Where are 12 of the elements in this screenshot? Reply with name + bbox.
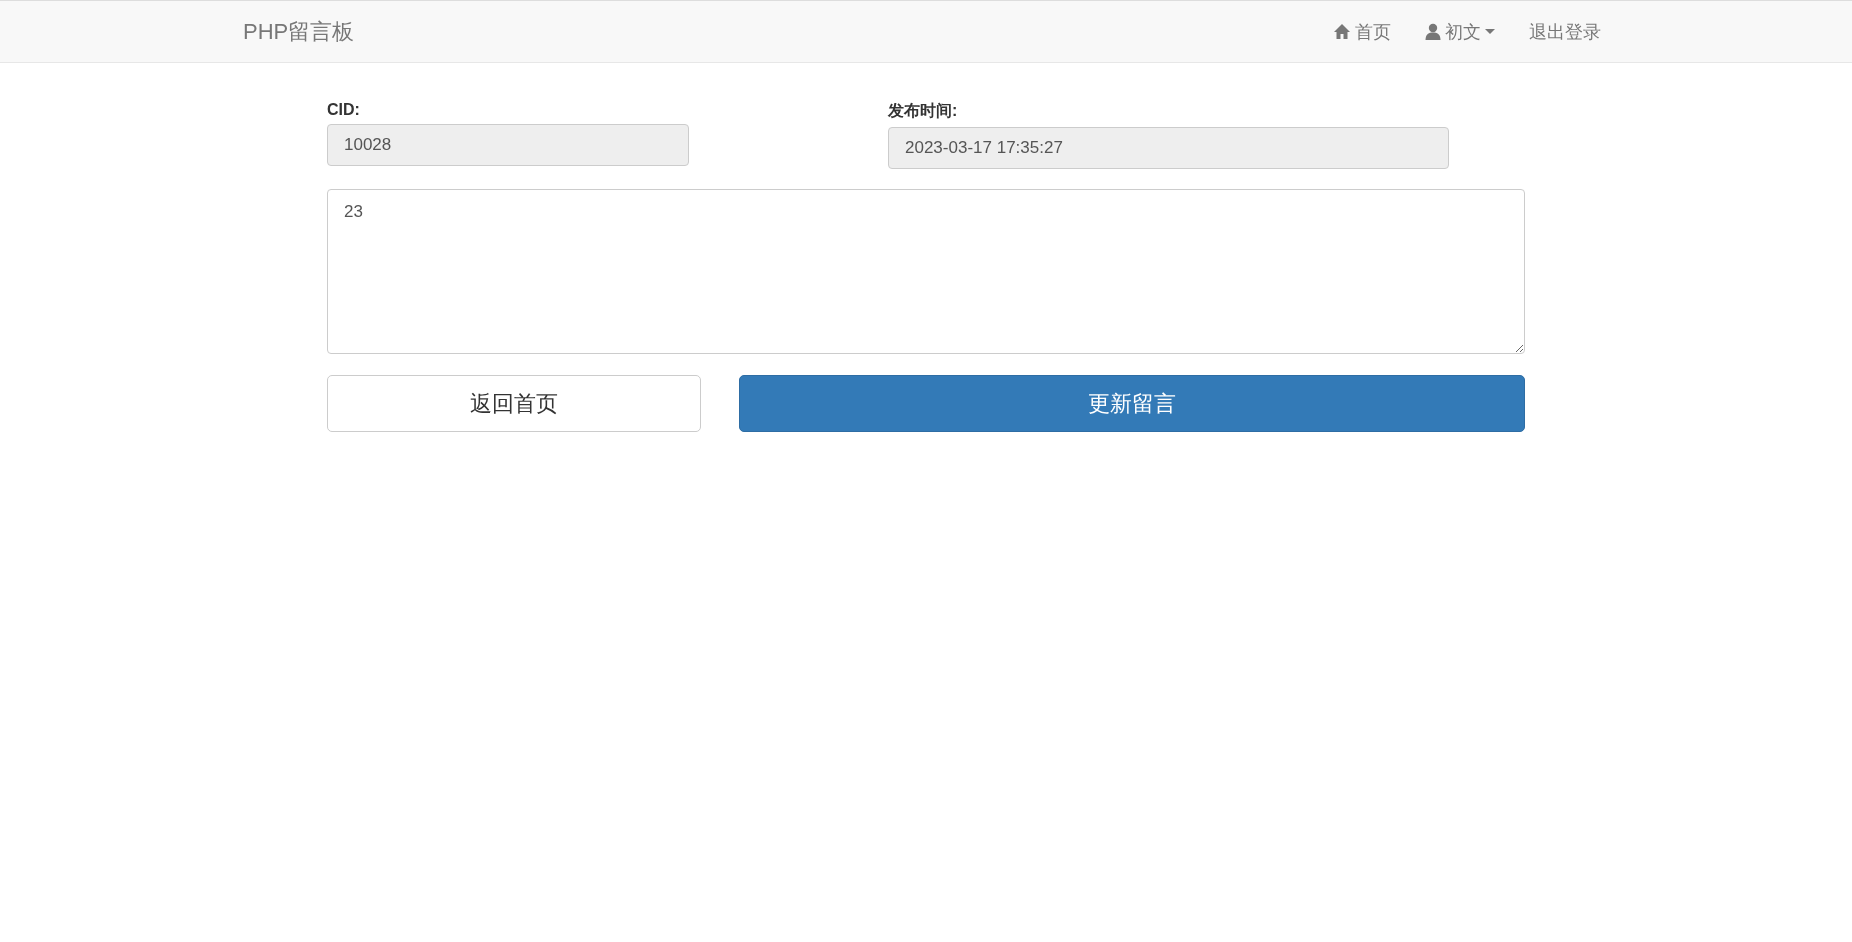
- nav-link[interactable]: 首页: [1333, 19, 1391, 44]
- brand-link[interactable]: PHP留言板: [243, 16, 355, 47]
- nav-link[interactable]: 初文: [1425, 19, 1495, 44]
- home-icon: [1333, 23, 1351, 40]
- field-label: 发布时间:: [888, 101, 959, 121]
- field-label: CID:: [327, 101, 361, 119]
- update-button[interactable]: 更新留言: [739, 375, 1525, 432]
- user-icon: [1425, 23, 1441, 40]
- nav-link[interactable]: 退出登录: [1529, 19, 1601, 44]
- message-textarea[interactable]: 23: [327, 189, 1525, 354]
- caret-icon: [1485, 28, 1495, 35]
- back-button[interactable]: 返回首页: [327, 375, 701, 432]
